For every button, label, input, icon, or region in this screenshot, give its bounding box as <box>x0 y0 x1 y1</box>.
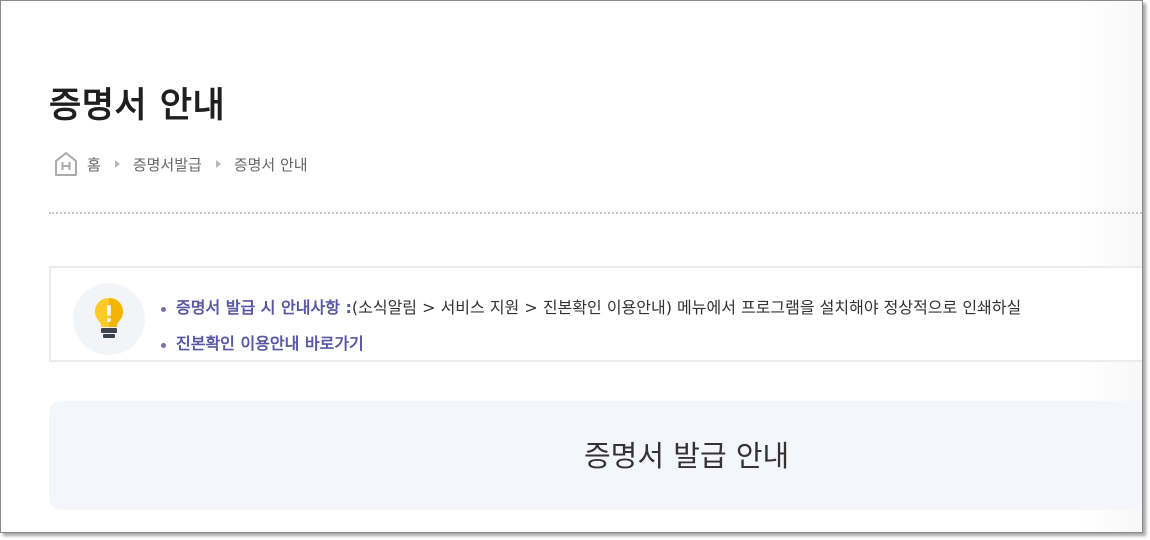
browser-frame: 증명서 안내 홈 증명서발급 증명서 안내 증명서 발급 시 안내사항: (소… <box>0 0 1143 533</box>
notice-item: 진본확인 이용안내 바로가기 <box>161 326 1021 362</box>
notice-text: (소식알림 > 서비스 지원 > 진본확인 이용안내) 메뉴에서 프로그램을 설… <box>351 298 1022 317</box>
chevron-right-icon <box>114 160 120 168</box>
bullet-icon <box>161 342 166 348</box>
page-title: 증명서 안내 <box>49 86 226 126</box>
bullet-icon <box>161 306 166 312</box>
notice-item: 증명서 발급 시 안내사항 : (소식알림 > 서비스 지원 > 진본확인 이용… <box>161 290 1021 326</box>
breadcrumb-home[interactable]: 홈 <box>87 154 101 175</box>
page-content: 증명서 안내 홈 증명서발급 증명서 안내 증명서 발급 시 안내사항: (소… <box>1 1 1142 532</box>
breadcrumb: 홈 증명서발급 증명서 안내 <box>53 151 308 177</box>
panel-title: 증명서 발급 안내 <box>584 439 790 473</box>
notice-label: 증명서 발급 시 안내사항 : <box>176 298 352 317</box>
breadcrumb-certificate-issue[interactable]: 증명서발급 <box>133 154 202 175</box>
info-panel: 증명서 발급 안내 <box>49 401 1142 510</box>
notice-list: 증명서 발급 시 안내사항 : (소식알림 > 서비스 지원 > 진본확인 이용… <box>161 290 1021 362</box>
authenticity-guide-link[interactable]: 진본확인 이용안내 바로가기 <box>176 332 364 356</box>
chevron-right-icon <box>215 160 221 168</box>
section-divider <box>49 212 1142 214</box>
lightbulb-icon <box>73 283 145 355</box>
breadcrumb-current: 증명서 안내 <box>233 155 308 174</box>
home-icon[interactable] <box>53 151 79 177</box>
notice-box: 증명서 발급 시 안내사항 : (소식알림 > 서비스 지원 > 진본확인 이용… <box>49 266 1142 362</box>
